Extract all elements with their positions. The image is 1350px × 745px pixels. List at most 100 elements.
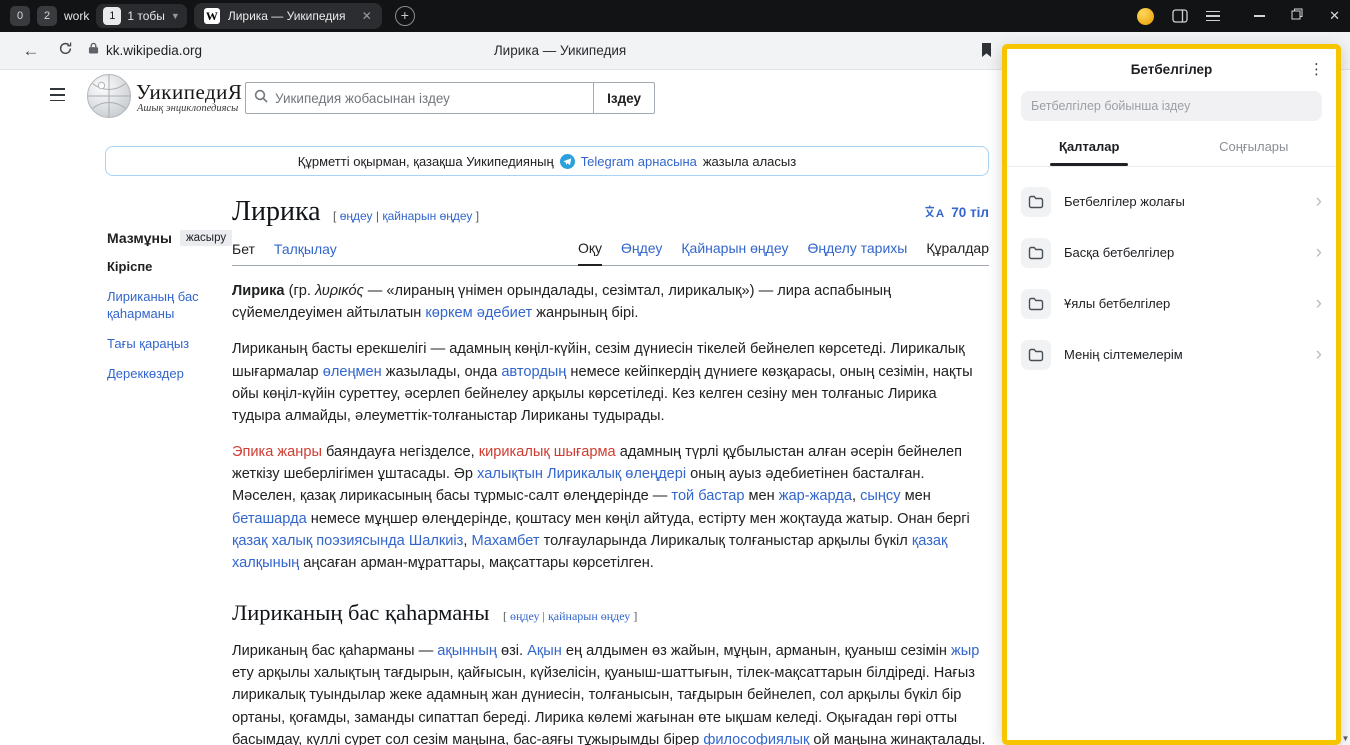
panel-search bbox=[1021, 91, 1322, 121]
banner-text: Құрметті оқырман, қазақша Уикипедияның bbox=[298, 154, 554, 169]
url-text: kk.wikipedia.org bbox=[106, 43, 202, 58]
tab-close-icon[interactable]: ✕ bbox=[362, 9, 372, 23]
divider: | bbox=[376, 209, 379, 223]
wiki-link[interactable]: жар-жарда bbox=[779, 488, 852, 504]
toc-item-intro[interactable]: Кіріспе bbox=[107, 259, 229, 276]
text-segment: (гр. bbox=[285, 283, 315, 299]
wiki-link[interactable]: халықтын bbox=[477, 466, 543, 482]
text-segment: мен bbox=[744, 488, 778, 504]
wiki-link[interactable]: Лирикалық өлеңдері bbox=[547, 466, 686, 482]
edit-source-link[interactable]: қайнарын өңдеу bbox=[382, 209, 472, 223]
tab-talk[interactable]: Талқылау bbox=[274, 241, 337, 265]
back-button[interactable]: ← bbox=[14, 41, 48, 61]
wiki-link[interactable]: сыңсу bbox=[860, 488, 900, 504]
toc-item-references[interactable]: Дереккөздер bbox=[107, 366, 229, 383]
wiki-search-input[interactable] bbox=[275, 91, 585, 106]
wiki-link[interactable]: Шалкиіз bbox=[409, 533, 463, 549]
side-panel-toggle-icon[interactable] bbox=[1172, 9, 1188, 23]
wiki-redlink[interactable]: Эпика жанры bbox=[232, 444, 322, 460]
tab-page[interactable]: Бет bbox=[232, 241, 255, 265]
bracket: [ bbox=[333, 209, 336, 223]
article-title: Лирика bbox=[232, 196, 321, 227]
paragraph: Лирика (гр. λυρικός — «лираның үнімен ор… bbox=[232, 280, 989, 324]
bracket: ] bbox=[633, 609, 637, 623]
edit-link[interactable]: өңдеу bbox=[510, 609, 540, 623]
folder-label: Менің сілтемелерім bbox=[1064, 347, 1183, 362]
wiki-tagline: Ашық энциклопедиясы bbox=[137, 103, 238, 114]
profile-avatar[interactable] bbox=[1137, 8, 1154, 25]
section-title: Лириканың бас қаһарманы [ өңдеу | қайнар… bbox=[232, 600, 989, 626]
panel-menu-icon[interactable]: ⋮ bbox=[1309, 60, 1324, 78]
banner-link[interactable]: Telegram арнасына bbox=[581, 154, 697, 169]
folder-row-my-links[interactable]: Менің сілтемелерім › bbox=[1007, 329, 1336, 380]
tab-read[interactable]: Оқу bbox=[578, 240, 602, 266]
panel-tab-folders[interactable]: Қалталар bbox=[1007, 129, 1172, 166]
wiki-link[interactable]: көркем әдебиет bbox=[425, 305, 532, 321]
new-tab-button[interactable]: + bbox=[395, 6, 415, 26]
browser-tab[interactable]: W Лирика — Уикипедия ✕ bbox=[194, 3, 382, 29]
wiki-wordmark[interactable]: УикипедиЯ bbox=[136, 80, 242, 105]
language-icon: A bbox=[924, 204, 945, 220]
folder-row-bookmarks-bar[interactable]: Бетбелгілер жолағы › bbox=[1007, 176, 1336, 227]
url-field[interactable]: kk.wikipedia.org bbox=[88, 41, 202, 60]
wikipedia-logo[interactable] bbox=[86, 73, 132, 124]
wiki-link[interactable]: жыр bbox=[951, 643, 979, 659]
panel-search-input[interactable] bbox=[1031, 99, 1312, 113]
article-content: Лирика [ өңдеу | қайнарын өңдеу ] A bbox=[232, 196, 989, 745]
tab-history[interactable]: Өңделу тарихы bbox=[807, 240, 907, 265]
tab-group-active[interactable]: 1 1 тобы ▼ bbox=[96, 4, 186, 28]
chevron-right-icon: › bbox=[1316, 345, 1322, 364]
wiki-link[interactable]: той бастар bbox=[671, 488, 744, 504]
tab-edit[interactable]: Өңдеу bbox=[621, 240, 662, 265]
bookmark-flag-icon[interactable] bbox=[980, 42, 993, 63]
maximize-button[interactable] bbox=[1291, 7, 1303, 25]
folder-row-other-bookmarks[interactable]: Басқа бетбелгілер › bbox=[1007, 227, 1336, 278]
wiki-link[interactable]: өлеңмен bbox=[323, 364, 382, 380]
divider: | bbox=[543, 609, 545, 623]
toc-item-see-also[interactable]: Тағы қараңыз bbox=[107, 336, 229, 353]
folder-label: Бетбелгілер жолағы bbox=[1064, 194, 1185, 209]
page-scrollbar[interactable]: ▼ bbox=[1340, 70, 1350, 745]
wiki-search: Іздеу bbox=[245, 82, 655, 114]
toc-hide-button[interactable]: жасыру bbox=[180, 230, 232, 246]
reload-button[interactable] bbox=[48, 41, 82, 61]
wiki-search-button[interactable]: Іздеу bbox=[594, 82, 655, 114]
edit-source-link[interactable]: қайнарын өңдеу bbox=[548, 609, 630, 623]
wiki-link[interactable]: философиялық bbox=[703, 732, 809, 745]
chevron-right-icon: › bbox=[1316, 294, 1322, 313]
panel-tabs: Қалталар Соңғылары bbox=[1007, 129, 1336, 167]
folder-icon bbox=[1021, 238, 1051, 268]
language-selector[interactable]: A 70 тіл bbox=[924, 204, 989, 220]
text-segment: толғауларында Лирикалық толғаныстар арқы… bbox=[540, 533, 912, 549]
tab-tools[interactable]: Құралдар bbox=[926, 240, 989, 265]
article-tabs: Бет Талқылау Оқу Өңдеу Қайнарын өңдеу Өң… bbox=[232, 240, 989, 266]
panel-folder-list: Бетбелгілер жолағы › Басқа бетбелгілер ›… bbox=[1007, 176, 1336, 380]
wiki-link[interactable]: Ақын bbox=[527, 643, 562, 659]
scroll-down-icon[interactable]: ▼ bbox=[1341, 734, 1350, 743]
text-segment: Лирика bbox=[232, 283, 285, 299]
tab-edit-source[interactable]: Қайнарын өңдеу bbox=[681, 240, 788, 265]
toc-item-main-hero[interactable]: Лириканың бас қаһарманы bbox=[107, 289, 229, 323]
text-segment: немесе мұңшер өлеңдерінде, қоштасу мен к… bbox=[307, 511, 970, 527]
tab-counter-badge[interactable]: 0 bbox=[10, 6, 30, 26]
wiki-redlink[interactable]: кирикалық шығарма bbox=[479, 444, 616, 460]
edit-link[interactable]: өңдеу bbox=[340, 209, 373, 223]
panel-tab-recent[interactable]: Соңғылары bbox=[1172, 129, 1337, 166]
tab-group-work-label[interactable]: work bbox=[64, 9, 89, 23]
wiki-hamburger-icon[interactable] bbox=[50, 88, 65, 101]
wiki-link[interactable]: автордың bbox=[501, 364, 566, 380]
folder-icon bbox=[1021, 340, 1051, 370]
close-button[interactable]: ✕ bbox=[1329, 8, 1340, 24]
minimize-button[interactable] bbox=[1254, 15, 1265, 17]
browser-menu-icon[interactable] bbox=[1206, 11, 1220, 22]
tab-group-active-label: 1 тобы bbox=[127, 9, 165, 23]
wiki-link[interactable]: ақынның bbox=[437, 643, 497, 659]
wiki-link[interactable]: Махамбет bbox=[471, 533, 539, 549]
wiki-link[interactable]: қазақ халық поэзиясында bbox=[232, 533, 405, 549]
folder-label: Басқа бетбелгілер bbox=[1064, 245, 1174, 260]
wiki-link[interactable]: беташарда bbox=[232, 511, 307, 527]
panel-title: Бетбелгілер bbox=[1007, 62, 1336, 77]
tab-group-work-badge[interactable]: 2 bbox=[37, 6, 57, 26]
folder-row-mobile-bookmarks[interactable]: Ұялы бетбелгілер › bbox=[1007, 278, 1336, 329]
title-edit-links: [ өңдеу | қайнарын өңдеу ] bbox=[333, 209, 479, 223]
